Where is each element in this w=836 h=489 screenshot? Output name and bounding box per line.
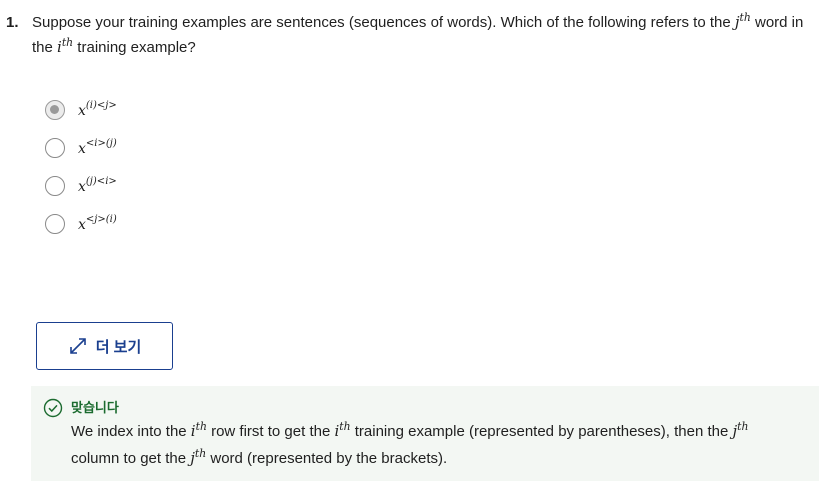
option-sup: <i>(j): [85, 137, 117, 149]
expand-arrows-icon: [69, 338, 86, 354]
math-sup-th: th: [739, 11, 751, 25]
option-base: x: [78, 141, 86, 157]
math-sup-th: th: [737, 420, 749, 434]
math-sup-th: th: [61, 36, 74, 50]
option-base: x: [78, 217, 86, 233]
radio-button-selected[interactable]: [45, 100, 65, 120]
option-4[interactable]: x<j>(i): [45, 205, 117, 243]
math-sup-th: th: [195, 420, 207, 434]
radio-button[interactable]: [45, 138, 65, 158]
show-more-button[interactable]: 더 보기: [36, 322, 173, 370]
option-label: x(j)<i>: [78, 175, 117, 195]
feedback-text-part3: training example (represented by parenth…: [350, 423, 733, 440]
math-sup-th: th: [194, 447, 207, 461]
feedback-explanation: We index into the ith row first to get t…: [71, 418, 791, 472]
check-circle-icon: [43, 398, 63, 418]
show-more-label: 더 보기: [95, 338, 142, 356]
answer-options: x(i)<j> x<i>(j) x(j)<i> x<j>(i): [45, 91, 117, 243]
option-sup: <j>(i): [85, 213, 117, 225]
option-3[interactable]: x(j)<i>: [45, 167, 117, 205]
option-label: x(i)<j>: [78, 99, 117, 119]
question-text-part1: Suppose your training examples are sente…: [32, 14, 735, 31]
math-var-i: i: [190, 422, 196, 440]
option-1[interactable]: x(i)<j>: [45, 91, 117, 129]
option-label: x<j>(i): [78, 213, 117, 233]
question-number: 1.: [6, 14, 19, 31]
math-sup-th: th: [339, 420, 351, 434]
option-label: x<i>(j): [78, 137, 117, 157]
option-sup: (j)<i>: [85, 175, 117, 187]
feedback-text-part4: column to get the: [71, 450, 191, 467]
option-base: x: [78, 179, 86, 195]
question-text-part3: training example?: [73, 39, 196, 56]
option-2[interactable]: x<i>(j): [45, 129, 117, 167]
feedback-text-part5: word (represented by the brackets).: [206, 450, 448, 467]
feedback-status: 맞습니다: [71, 400, 119, 415]
question: 1. Suppose your training examples are se…: [6, 10, 816, 60]
feedback-text-part2: row first to get the: [206, 423, 335, 440]
feedback-text-part1: We index into the: [71, 423, 191, 440]
option-sup: (i)<j>: [85, 99, 117, 111]
option-base: x: [78, 103, 86, 119]
question-text: Suppose your training examples are sente…: [32, 10, 816, 60]
math-var-j: j: [734, 13, 740, 31]
feedback-panel: 맞습니다 We index into the ith row first to …: [31, 386, 819, 481]
radio-button[interactable]: [45, 176, 65, 196]
radio-button[interactable]: [45, 214, 65, 234]
quiz-page: 1. Suppose your training examples are se…: [0, 0, 836, 489]
